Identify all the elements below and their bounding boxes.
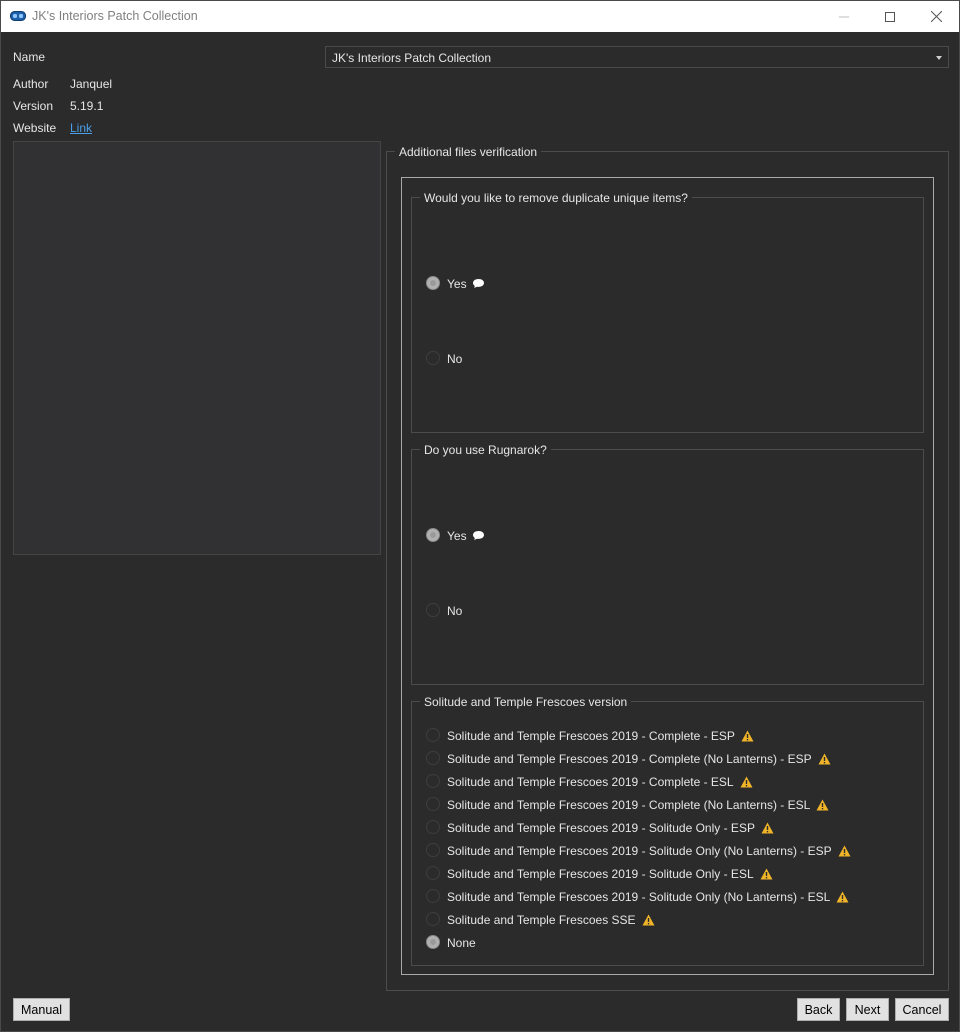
option-text: Solitude and Temple Frescoes 2019 - Soli… — [447, 821, 755, 835]
group-title: Would you like to remove duplicate uniqu… — [420, 191, 692, 205]
radio-button[interactable] — [426, 843, 440, 857]
radio-button[interactable] — [426, 820, 440, 834]
option-label[interactable]: Solitude and Temple Frescoes 2019 - Comp… — [447, 752, 831, 766]
window-title: JK's Interiors Patch Collection — [32, 9, 198, 23]
option-label[interactable]: None — [447, 936, 476, 950]
radio-button[interactable] — [426, 912, 440, 926]
radio-button[interactable] — [426, 751, 440, 765]
option-label[interactable]: Solitude and Temple Frescoes 2019 - Comp… — [447, 729, 754, 743]
option-label[interactable]: Solitude and Temple Frescoes 2019 - Soli… — [447, 890, 849, 904]
radio-button[interactable] — [426, 603, 440, 617]
image-preview-panel — [13, 141, 381, 555]
group-rugnarok — [411, 449, 924, 685]
name-dropdown-value: JK's Interiors Patch Collection — [332, 51, 492, 65]
comment-icon — [472, 279, 484, 288]
option-label[interactable]: No — [447, 604, 462, 618]
name-dropdown[interactable]: JK's Interiors Patch Collection — [325, 46, 949, 68]
radio-button[interactable] — [426, 528, 440, 542]
installer-window: JK's Interiors Patch Collection Name JK'… — [0, 0, 960, 1032]
warning-icon — [836, 891, 849, 903]
option-label[interactable]: Solitude and Temple Frescoes 2019 - Comp… — [447, 798, 829, 812]
option-label[interactable]: No — [447, 352, 462, 366]
radio-button[interactable] — [426, 889, 440, 903]
radio-button[interactable] — [426, 774, 440, 788]
option-text: Solitude and Temple Frescoes 2019 - Comp… — [447, 775, 734, 789]
option-text: Yes — [447, 277, 467, 291]
option-label[interactable]: Solitude and Temple Frescoes 2019 - Soli… — [447, 844, 851, 858]
option-text: Solitude and Temple Frescoes 2019 - Soli… — [447, 867, 754, 881]
website-label: Website — [13, 121, 57, 135]
option-label[interactable]: Solitude and Temple Frescoes 2019 - Soli… — [447, 867, 773, 881]
group-title: Do you use Rugnarok? — [420, 443, 551, 457]
warning-icon — [740, 776, 753, 788]
step-title: Additional files verification — [395, 145, 542, 159]
radio-button[interactable] — [426, 728, 440, 742]
website-link[interactable]: Link — [70, 121, 92, 135]
version-value: 5.19.1 — [70, 99, 104, 113]
version-label: Version — [13, 99, 54, 113]
minimize-button[interactable] — [821, 1, 867, 32]
radio-button[interactable] — [426, 866, 440, 880]
warning-icon — [818, 753, 831, 765]
option-text: Solitude and Temple Frescoes SSE — [447, 913, 636, 927]
back-button[interactable]: Back — [797, 998, 840, 1021]
close-icon — [930, 11, 942, 22]
warning-icon — [816, 799, 829, 811]
manual-button[interactable]: Manual — [13, 998, 70, 1021]
author-label: Author — [13, 77, 49, 91]
comment-icon — [472, 531, 484, 540]
radio-button[interactable] — [426, 797, 440, 811]
radio-button[interactable] — [426, 276, 440, 290]
option-label[interactable]: Yes — [447, 277, 485, 291]
warning-icon — [761, 822, 774, 834]
option-text: Solitude and Temple Frescoes 2019 - Comp… — [447, 798, 811, 812]
maximize-icon — [885, 11, 895, 22]
option-text: Solitude and Temple Frescoes 2019 - Soli… — [447, 890, 831, 904]
maximize-button[interactable] — [867, 1, 913, 32]
minimize-icon — [839, 16, 849, 17]
title-bar: JK's Interiors Patch Collection — [1, 1, 959, 32]
next-button[interactable]: Next — [846, 998, 889, 1021]
radio-button[interactable] — [426, 351, 440, 365]
option-label[interactable]: Solitude and Temple Frescoes SSE — [447, 913, 655, 927]
warning-icon — [642, 914, 655, 926]
option-text: Solitude and Temple Frescoes 2019 - Comp… — [447, 729, 735, 743]
name-label: Name — [13, 50, 46, 64]
radio-button[interactable] — [426, 935, 440, 949]
warning-icon — [741, 730, 754, 742]
option-text: Solitude and Temple Frescoes 2019 - Soli… — [447, 844, 832, 858]
close-button[interactable] — [913, 1, 959, 32]
warning-icon — [838, 845, 851, 857]
option-label[interactable]: Solitude and Temple Frescoes 2019 - Soli… — [447, 821, 774, 835]
group-title: Solitude and Temple Frescoes version — [420, 695, 632, 709]
chevron-down-icon — [936, 56, 942, 60]
warning-icon — [760, 868, 773, 880]
option-label[interactable]: Yes — [447, 529, 485, 543]
option-text: Yes — [447, 529, 467, 543]
mod-organizer-icon — [10, 11, 26, 21]
cancel-button[interactable]: Cancel — [895, 998, 949, 1021]
option-text: None — [447, 936, 476, 950]
author-value: Janquel — [70, 77, 113, 91]
option-label[interactable]: Solitude and Temple Frescoes 2019 - Comp… — [447, 775, 753, 789]
group-duplicate-items — [411, 197, 924, 433]
option-text: Solitude and Temple Frescoes 2019 - Comp… — [447, 752, 812, 766]
